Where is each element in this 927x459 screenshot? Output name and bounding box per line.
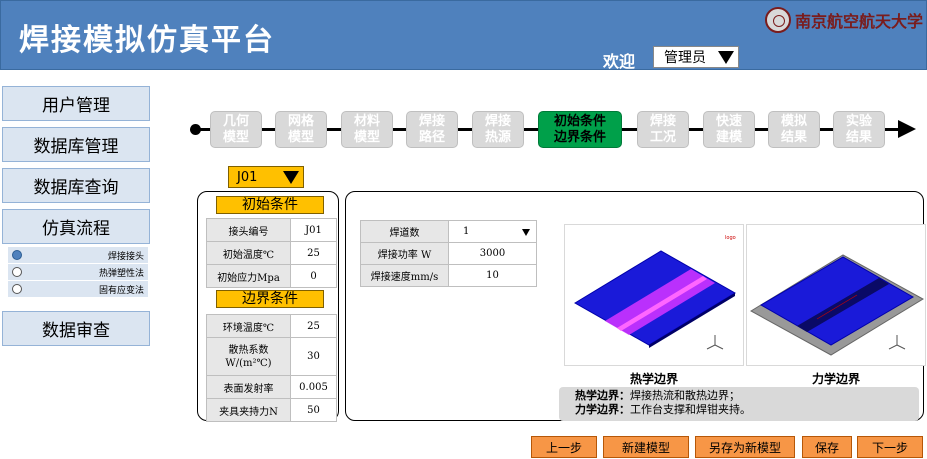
workflow-arrow-icon xyxy=(898,120,916,138)
param-label: 焊接速度mm/s xyxy=(360,264,449,287)
step-heat-source[interactable]: 焊接 热源 xyxy=(472,111,524,148)
sub-item-weld-joint[interactable]: 焊接接头 xyxy=(8,247,148,264)
boundary-description: 热学边界：焊接热流和散热边界； 力学边界：工作台支撑和焊钳夹持。 xyxy=(559,387,919,421)
table-row: 环境温度℃ 25 xyxy=(206,314,337,338)
mechanical-boundary-view xyxy=(746,224,926,366)
param-label: 焊接功率 W xyxy=(360,242,449,265)
welcome-text: 欢迎 xyxy=(603,52,636,71)
sub-item-inherent-strain[interactable]: 固有应变法 xyxy=(8,281,148,298)
table-row: 焊道数 1 xyxy=(360,220,537,243)
nav-user-management[interactable]: 用户管理 xyxy=(2,86,150,121)
nav-database-query[interactable]: 数据库查询 xyxy=(2,168,150,203)
user-name: 管理员 xyxy=(664,50,706,66)
mechanical-description-key: 力学边界： xyxy=(575,403,630,416)
workflow-start-dot xyxy=(190,124,201,135)
param-label: 表面发射率 xyxy=(206,375,291,399)
table-row: 表面发射率 0.005 xyxy=(206,375,337,399)
model-dropdown[interactable]: J01 xyxy=(228,166,304,188)
thermal-description-text: 焊接热流和散热边界； xyxy=(630,389,740,402)
thermal-plate-image: logo xyxy=(574,235,736,350)
svg-text:logo: logo xyxy=(725,235,736,241)
table-row: 接头编号 J01 xyxy=(206,218,337,242)
param-label: 初始温度℃ xyxy=(206,241,291,265)
table-row: 焊接速度mm/s 10 xyxy=(360,264,537,287)
conditions-panel: 初始条件 接头编号 J01 初始温度℃ 25 初始应力Mpa 0 边界条件 环境… xyxy=(197,191,339,422)
new-model-button[interactable]: 新建模型 xyxy=(603,436,689,458)
mechanical-boundary-label: 力学边界 xyxy=(811,372,860,386)
university-seal-icon xyxy=(765,7,791,33)
thermal-description: 热学边界：焊接热流和散热边界； xyxy=(575,389,919,403)
table-row: 散热系数 W/(m²℃) 30 xyxy=(206,337,337,376)
mechanical-plate-image xyxy=(750,254,924,356)
weld-params-table: 焊道数 1 焊接功率 W 3000 焊接速度mm/s 10 xyxy=(360,220,537,287)
sub-item-label: 固有应变法 xyxy=(98,285,144,296)
thermal-description-key: 热学边界： xyxy=(575,389,630,402)
param-value[interactable]: 0.005 xyxy=(290,375,337,399)
radio-icon[interactable] xyxy=(12,267,22,277)
boundary-conditions-title: 边界条件 xyxy=(216,290,324,308)
sub-item-label: 热弹塑性法 xyxy=(98,268,144,279)
param-label: 环境温度℃ xyxy=(206,314,291,338)
save-button[interactable]: 保存 xyxy=(802,436,852,458)
weld-settings-panel: 焊道数 1 焊接功率 W 3000 焊接速度mm/s 10 logo 热学边界 xyxy=(345,191,926,421)
step-experiment-results[interactable]: 实验 结果 xyxy=(833,111,885,148)
step-simulation-results[interactable]: 模拟 结果 xyxy=(768,111,820,148)
university-name: 南京航空航天大学 xyxy=(795,12,924,31)
app-header: 焊接模拟仿真平台 南京航空航天大学 欢迎 管理员 xyxy=(0,0,927,71)
simulation-sub-list: 焊接接头 热弹塑性法 固有应变法 xyxy=(8,247,148,298)
app-title: 焊接模拟仿真平台 xyxy=(19,23,275,58)
param-value[interactable]: J01 xyxy=(290,218,337,242)
param-value[interactable]: 3000 xyxy=(448,242,537,265)
nav-simulation-flow[interactable]: 仿真流程 xyxy=(2,209,150,244)
param-value: 1 xyxy=(463,226,470,237)
initial-conditions-title: 初始条件 xyxy=(216,196,324,214)
nav-database-management[interactable]: 数据库管理 xyxy=(2,127,150,162)
chevron-down-icon xyxy=(283,170,299,184)
param-value[interactable]: 25 xyxy=(290,241,337,265)
thermal-boundary-label: 热学边界 xyxy=(629,372,678,386)
step-mesh-model[interactable]: 网格 模型 xyxy=(275,111,327,148)
table-row: 焊接功率 W 3000 xyxy=(360,242,537,265)
radio-icon[interactable] xyxy=(12,284,22,294)
sub-item-thermo-elastic-plastic[interactable]: 热弹塑性法 xyxy=(8,264,148,281)
initial-conditions-table: 接头编号 J01 初始温度℃ 25 初始应力Mpa 0 xyxy=(206,218,337,288)
mechanical-description-text: 工作台支撑和焊钳夹持。 xyxy=(630,403,751,416)
step-material-model[interactable]: 材料 模型 xyxy=(341,111,393,148)
param-label: 初始应力Mpa xyxy=(206,264,291,288)
table-row: 初始温度℃ 25 xyxy=(206,241,337,265)
boundary-conditions-table: 环境温度℃ 25 散热系数 W/(m²℃) 30 表面发射率 0.005 夹具夹… xyxy=(206,314,337,422)
next-step-button[interactable]: 下一步 xyxy=(857,436,923,458)
param-value[interactable]: 30 xyxy=(290,337,337,376)
param-label: 焊道数 xyxy=(360,220,449,243)
param-value[interactable]: 0 xyxy=(290,264,337,288)
step-weld-path[interactable]: 焊接 路径 xyxy=(406,111,458,148)
param-label: 接头编号 xyxy=(206,218,291,242)
sub-item-label: 焊接接头 xyxy=(107,251,144,262)
step-initial-boundary-conditions[interactable]: 初始条件 边界条件 xyxy=(538,111,622,148)
step-weld-conditions[interactable]: 焊接 工况 xyxy=(637,111,689,148)
step-geometry-model[interactable]: 几何 模型 xyxy=(210,111,262,148)
save-as-new-model-button[interactable]: 另存为新模型 xyxy=(695,436,795,458)
weld-pass-dropdown[interactable]: 1 xyxy=(448,220,537,243)
model-value: J01 xyxy=(237,169,258,185)
mechanical-description: 力学边界：工作台支撑和焊钳夹持。 xyxy=(575,403,919,417)
param-value[interactable]: 10 xyxy=(448,264,537,287)
table-row: 初始应力Mpa 0 xyxy=(206,264,337,288)
user-dropdown[interactable]: 管理员 xyxy=(653,46,739,68)
step-quick-modeling[interactable]: 快速 建模 xyxy=(703,111,755,148)
param-value[interactable]: 50 xyxy=(290,398,337,422)
param-value[interactable]: 25 xyxy=(290,314,337,338)
radio-selected-icon[interactable] xyxy=(12,250,22,260)
prev-step-button[interactable]: 上一步 xyxy=(531,436,597,458)
thermal-boundary-view: logo xyxy=(564,224,744,366)
university-logo: 南京航空航天大学 xyxy=(765,7,923,33)
chevron-down-icon xyxy=(718,50,734,64)
param-label: 散热系数 W/(m²℃) xyxy=(206,337,291,376)
table-row: 夹具夹持力N 50 xyxy=(206,398,337,422)
param-label: 夹具夹持力N xyxy=(206,398,291,422)
chevron-down-icon xyxy=(522,229,530,236)
nav-data-review[interactable]: 数据审查 xyxy=(2,311,150,346)
